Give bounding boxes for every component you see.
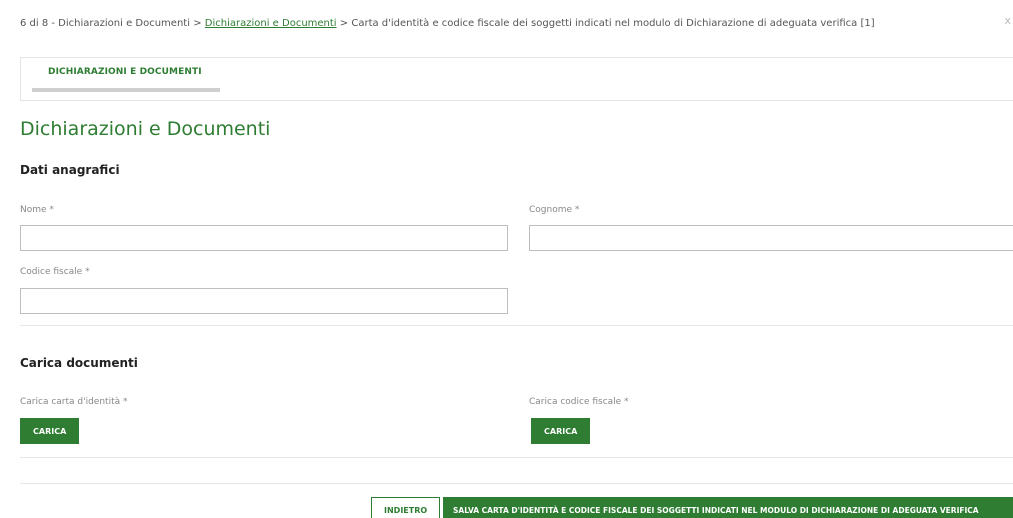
carta-identita-label: Carica carta d'identità * — [20, 397, 128, 407]
close-icon[interactable]: x — [1004, 14, 1011, 27]
breadcrumb: 6 di 8 - Dichiarazioni e Documenti > Dic… — [20, 18, 875, 29]
divider — [20, 483, 1013, 484]
tab-dichiarazioni-e-documenti[interactable]: DICHIARAZIONI E DOCUMENTI — [48, 67, 202, 77]
documenti-heading: Carica documenti — [20, 356, 138, 370]
cognome-field[interactable] — [529, 225, 1013, 251]
cognome-label: Cognome * — [529, 205, 580, 215]
divider — [20, 457, 1013, 458]
back-button[interactable]: INDIETRO — [371, 497, 441, 518]
divider — [20, 325, 1013, 326]
codice-fiscale-field[interactable] — [20, 288, 508, 314]
page: 6 di 8 - Dichiarazioni e Documenti > Dic… — [0, 0, 1013, 518]
nome-field[interactable] — [20, 225, 508, 251]
codice-fiscale-upload-label: Carica codice fiscale * — [529, 397, 629, 407]
page-title: Dichiarazioni e Documenti — [20, 118, 271, 140]
breadcrumb-current: Carta d'identità e codice fiscale dei so… — [351, 18, 875, 29]
breadcrumb-step: 6 di 8 - Dichiarazioni e Documenti — [20, 18, 190, 29]
anagrafici-heading: Dati anagrafici — [20, 163, 120, 177]
upload-codice-fiscale-button[interactable]: CARICA — [531, 418, 591, 444]
tab-bar: DICHIARAZIONI E DOCUMENTI — [20, 57, 1013, 101]
breadcrumb-separator: > — [339, 18, 349, 29]
codice-fiscale-label: Codice fiscale * — [20, 267, 90, 277]
nome-label: Nome * — [20, 205, 54, 215]
tab-active-indicator — [32, 88, 220, 92]
breadcrumb-separator: > — [193, 18, 202, 29]
upload-carta-identita-button[interactable]: CARICA — [20, 418, 80, 444]
save-button[interactable]: SALVA CARTA D'IDENTITÀ E CODICE FISCALE … — [443, 497, 1013, 518]
breadcrumb-link[interactable]: Dichiarazioni e Documenti — [205, 18, 337, 29]
